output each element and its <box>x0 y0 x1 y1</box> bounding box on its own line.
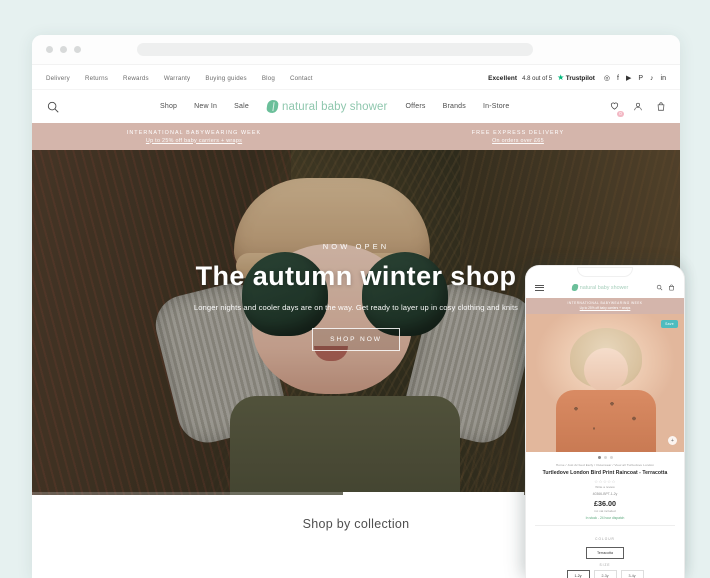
trustpilot-rating[interactable]: Excellent 4.8 out of 5 ★ Trustpilot <box>488 74 595 83</box>
promo-item-delivery[interactable]: FREE EXPRESS DELIVERY On orders over £65 <box>356 130 680 144</box>
gallery-dot[interactable] <box>603 456 607 460</box>
instagram-icon[interactable]: ◎ <box>604 75 610 82</box>
close-icon[interactable] <box>46 46 53 53</box>
promo-title: INTERNATIONAL BABYWEARING WEEK <box>126 129 262 136</box>
promo-subtitle[interactable]: Up to 25% off baby carriers + wraps <box>32 138 356 144</box>
utility-link-blog[interactable]: Blog <box>262 75 275 82</box>
search-icon[interactable] <box>46 100 60 114</box>
nav-item-sale[interactable]: Sale <box>234 103 249 110</box>
nav-item-offers[interactable]: Offers <box>405 103 425 110</box>
size-option-3-4y[interactable]: 3-4y <box>620 570 644 578</box>
hamburger-menu-icon[interactable] <box>535 283 544 292</box>
promo-subtitle[interactable]: On orders over £65 <box>356 138 680 144</box>
maximize-icon[interactable] <box>74 46 81 53</box>
utility-link-buying-guides[interactable]: Buying guides <box>205 75 246 82</box>
main-navigation: Shop New In Sale natural baby shower Off… <box>32 90 680 123</box>
phone-product-details: Home / Just Arrived Early / Outerwear / … <box>526 461 684 520</box>
facebook-icon[interactable]: f <box>617 75 619 82</box>
stock-status: In stock - 24 hour dispatch <box>585 516 625 521</box>
trustpilot-word: Excellent <box>488 75 518 82</box>
utility-right: Excellent 4.8 out of 5 ★ Trustpilot ◎ f … <box>488 74 666 83</box>
mobile-preview-panel: natural baby shower INTERNATIONAL BABYWE… <box>525 265 685 578</box>
phone-promo-subtitle[interactable]: Up to 25% off baby carriers + wraps <box>526 306 684 310</box>
gallery-dot[interactable] <box>609 456 613 460</box>
product-title: Turtledove London Bird Print Raincoat - … <box>542 470 668 477</box>
utility-bar: Delivery Returns Rewards Warranty Buying… <box>32 65 680 90</box>
phone-header: natural baby shower <box>526 280 684 298</box>
product-photo <box>526 314 684 453</box>
phone-logo-text: natural baby shower <box>579 284 629 291</box>
product-raincoat <box>556 390 656 453</box>
gallery-dot[interactable] <box>597 456 601 460</box>
nav-item-shop[interactable]: Shop <box>160 103 177 110</box>
promo-title: FREE EXPRESS DELIVERY <box>471 129 565 136</box>
bag-icon[interactable] <box>656 101 666 112</box>
utility-links: Delivery Returns Rewards Warranty Buying… <box>46 75 313 82</box>
social-links: ◎ f ▶ P ♪ in <box>604 75 666 82</box>
hero-carousel-progress-fill <box>343 492 525 495</box>
colour-option-terracotta[interactable]: Terracotta <box>586 547 624 560</box>
address-bar[interactable] <box>137 43 533 56</box>
trustpilot-name: Trustpilot <box>565 74 595 82</box>
nav-primary-right: Offers Brands In-Store <box>405 103 509 110</box>
trustpilot-score: 4.8 out of 5 <box>522 76 553 82</box>
size-option-1-2y[interactable]: 1-2y <box>566 570 590 578</box>
header-icons: 0 <box>609 98 666 117</box>
colour-label: COLOUR <box>595 537 615 542</box>
gallery-pagination-dots[interactable] <box>526 452 684 461</box>
phone-product-options: COLOUR Terracotta SIZE 1-2y 2-3y 3-4y <box>526 531 684 578</box>
star-icon: ★ <box>557 73 565 82</box>
product-sku: 40366-BPT-1-2y <box>592 492 618 497</box>
phone-promo-banner[interactable]: INTERNATIONAL BABYWEARING WEEK Up to 25%… <box>526 298 684 315</box>
save-badge: Save <box>661 320 678 329</box>
hero-eyebrow: NOW OPEN <box>322 242 390 251</box>
trustpilot-brand: ★ Trustpilot <box>557 74 595 82</box>
utility-link-returns[interactable]: Returns <box>85 75 108 82</box>
screenshot-stage: Delivery Returns Rewards Warranty Buying… <box>0 0 710 578</box>
tiktok-icon[interactable]: ♪ <box>650 75 654 82</box>
phone-logo[interactable]: natural baby shower <box>571 283 629 292</box>
utility-link-warranty[interactable]: Warranty <box>164 75 190 82</box>
utility-link-delivery[interactable]: Delivery <box>46 75 70 82</box>
hero-shop-now-button[interactable]: SHOP NOW <box>312 328 400 351</box>
nav-item-brands[interactable]: Brands <box>443 103 466 110</box>
youtube-icon[interactable]: ▶ <box>626 75 631 82</box>
pinterest-icon[interactable]: P <box>638 75 643 82</box>
account-icon[interactable] <box>633 101 643 112</box>
nav-item-new-in[interactable]: New In <box>194 103 217 110</box>
breadcrumb[interactable]: Home / Just Arrived Early / Outerwear / … <box>535 463 675 467</box>
nav-item-in-store[interactable]: In-Store <box>483 103 510 110</box>
utility-link-contact[interactable]: Contact <box>290 75 313 82</box>
nav-primary-left: Shop New In Sale <box>160 103 249 110</box>
write-review-link[interactable]: Write a review <box>535 485 675 489</box>
bag-icon[interactable] <box>668 284 675 291</box>
phone-notch <box>526 266 684 280</box>
leaf-icon <box>266 99 279 114</box>
divider <box>535 525 675 527</box>
vat-note: inc vat included <box>594 509 616 514</box>
minimize-icon[interactable] <box>60 46 67 53</box>
section-heading: Shop by collection <box>302 517 410 531</box>
wishlist-count-badge: 0 <box>617 110 624 117</box>
phone-promo-title: INTERNATIONAL BABYWEARING WEEK <box>567 301 643 306</box>
phone-product-gallery[interactable]: Save + <box>526 314 684 453</box>
size-label: SIZE <box>599 563 611 568</box>
size-option-2-3y[interactable]: 2-3y <box>593 570 617 578</box>
browser-chrome <box>32 35 680 65</box>
heart-icon <box>610 102 619 110</box>
phone-header-icons <box>656 284 675 291</box>
logo-text: natural baby shower <box>281 100 388 113</box>
utility-link-rewards[interactable]: Rewards <box>123 75 149 82</box>
size-options: 1-2y 2-3y 3-4y <box>535 570 675 578</box>
promo-item-babywearing[interactable]: INTERNATIONAL BABYWEARING WEEK Up to 25%… <box>32 130 356 144</box>
window-controls[interactable] <box>46 46 81 53</box>
wishlist-button[interactable]: 0 <box>609 98 624 117</box>
site-logo[interactable]: natural baby shower <box>266 99 388 114</box>
linkedin-icon[interactable]: in <box>661 75 666 82</box>
search-icon[interactable] <box>656 284 663 291</box>
promo-banner: INTERNATIONAL BABYWEARING WEEK Up to 25%… <box>32 123 680 150</box>
leaf-icon <box>571 283 579 292</box>
product-price: £36.00 <box>594 499 616 509</box>
